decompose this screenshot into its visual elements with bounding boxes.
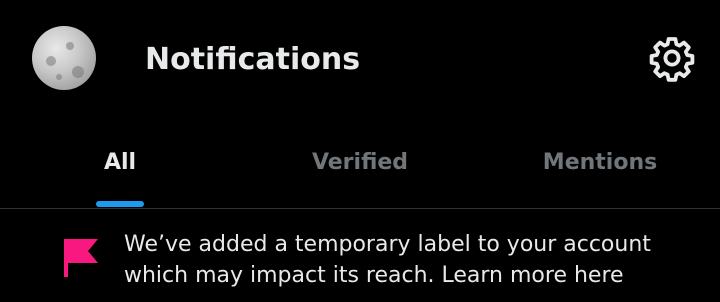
gear-icon (649, 37, 695, 82)
flag-icon (64, 239, 98, 277)
settings-button[interactable] (648, 34, 696, 82)
tab-mentions[interactable]: Mentions (480, 120, 720, 208)
tab-verified[interactable]: Verified (240, 120, 480, 208)
avatar-detail (66, 42, 74, 50)
top-bar: Notifications (0, 0, 720, 120)
tab-label: Verified (311, 150, 409, 175)
notice-text: We’ve added a temporary label to your ac… (124, 232, 651, 288)
notification-tabs: All Verified Mentions (0, 120, 720, 208)
tab-label: All (103, 150, 137, 175)
avatar[interactable] (32, 26, 96, 90)
avatar-detail (56, 74, 62, 80)
page-title: Notifications (145, 42, 361, 77)
tab-all[interactable]: All (0, 120, 240, 208)
active-tab-indicator (96, 201, 144, 207)
tab-label: Mentions (542, 150, 658, 175)
avatar-detail (72, 66, 84, 78)
avatar-detail (46, 56, 56, 66)
